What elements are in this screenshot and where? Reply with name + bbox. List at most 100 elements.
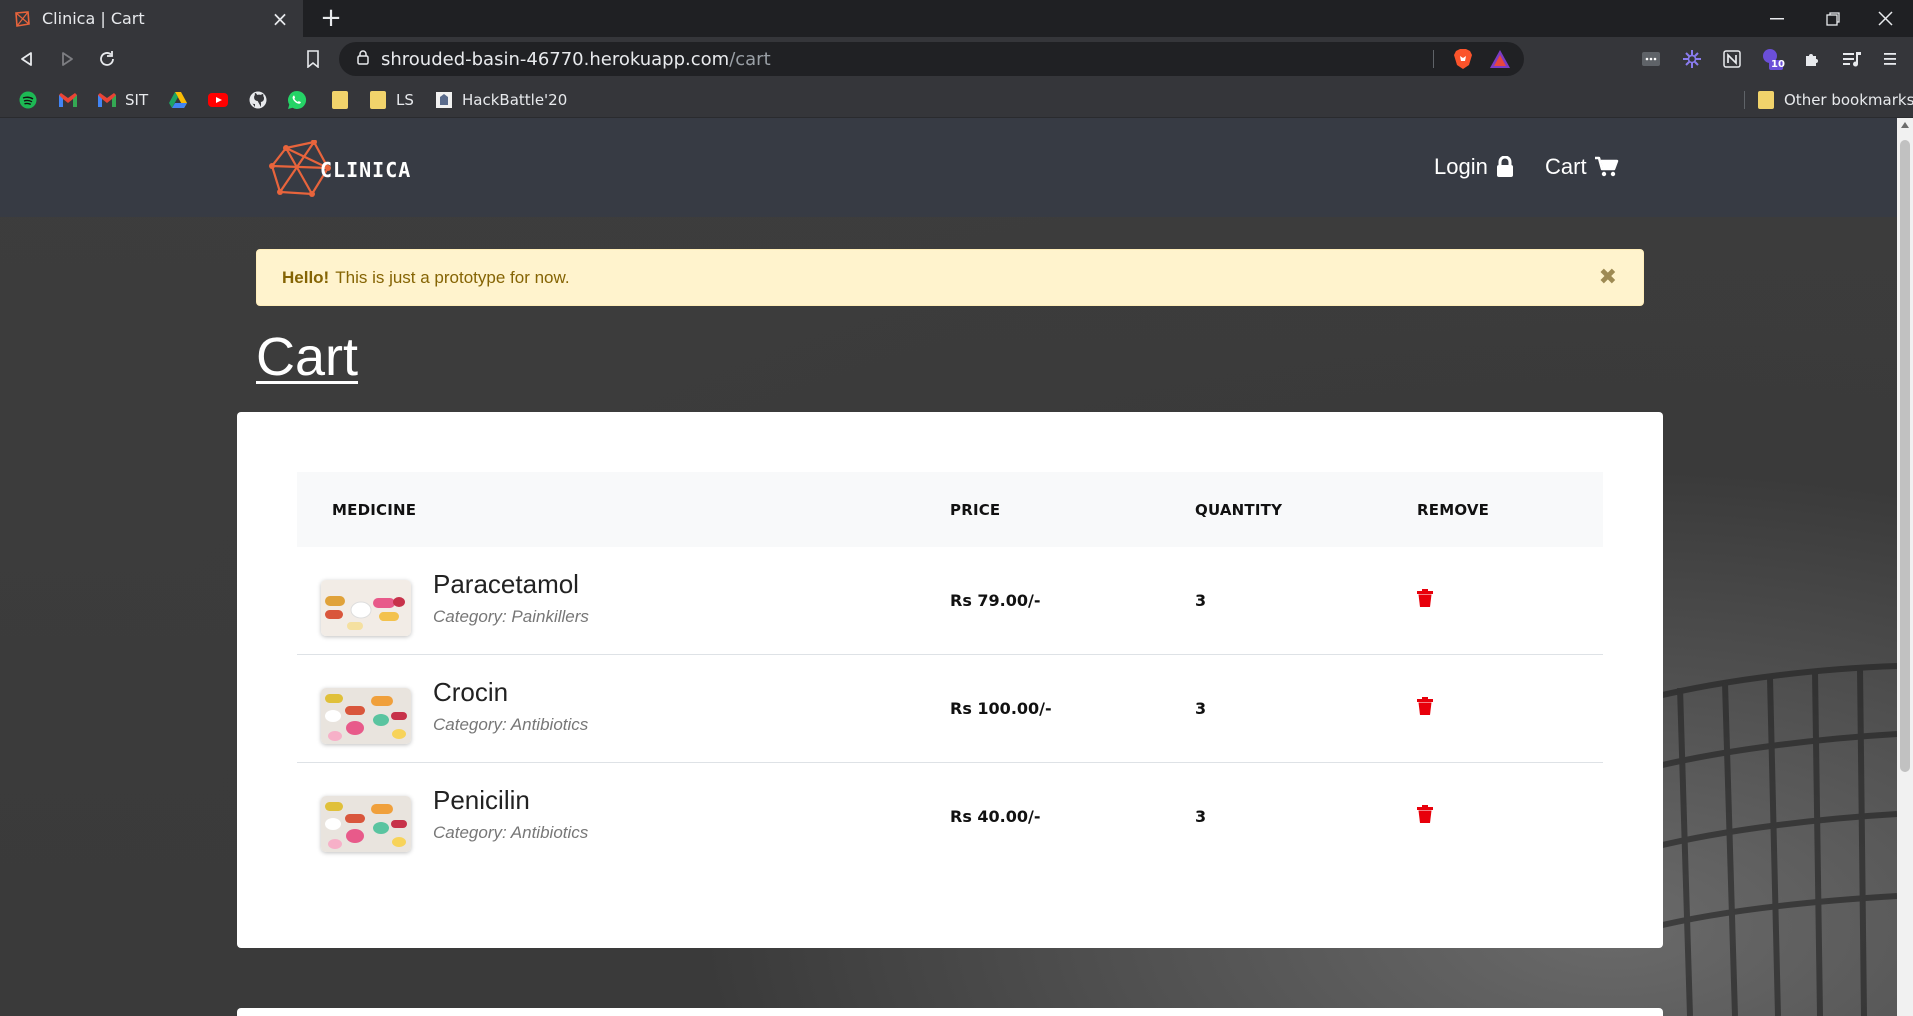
medicine-quantity: 3 (1195, 591, 1207, 610)
page-icon (434, 90, 454, 110)
medicine-quantity: 3 (1195, 807, 1207, 826)
page-scrollbar[interactable] (1897, 118, 1913, 1016)
header-price: PRICE (950, 501, 1001, 519)
shopping-cart-background-image (1650, 663, 1897, 1016)
bookmark-github[interactable] (248, 89, 276, 111)
gmail-icon (58, 90, 78, 110)
medicine-thumbnail-image (321, 688, 411, 744)
logo-text: CLINICA (320, 158, 412, 182)
bookmarks-separator (1744, 91, 1745, 109)
medicine-name[interactable]: Penicilin (433, 785, 530, 816)
whatsapp-icon (287, 90, 307, 110)
bookmark-ls[interactable]: LS (368, 89, 414, 111)
login-link[interactable]: Login (1434, 154, 1514, 180)
medicine-name[interactable]: Paracetamol (433, 569, 579, 600)
more-extensions-icon[interactable] (1638, 46, 1664, 72)
spotify-icon (18, 90, 38, 110)
next-card (237, 1008, 1663, 1016)
minimize-icon[interactable] (1749, 0, 1805, 37)
clinica-logo[interactable]: CLINICA (268, 140, 411, 200)
trash-icon[interactable] (1417, 589, 1435, 609)
cart-label: Cart (1545, 154, 1587, 179)
bookmark-folder[interactable] (330, 89, 358, 111)
browser-toolbar: shrouded-basin-46770.herokuapp.com/cart … (0, 37, 1913, 81)
bookmark-label: LS (396, 91, 414, 109)
table-row: Crocin Category: Antibiotics Rs 100.00/-… (297, 655, 1603, 763)
omnibox-separator (1433, 50, 1434, 68)
header-quantity: QUANTITY (1195, 501, 1283, 519)
browser-tab-active[interactable]: Clinica | Cart × (0, 0, 303, 37)
google-drive-icon (168, 90, 188, 110)
browser-titlebar: Clinica | Cart × + (0, 0, 1913, 37)
trash-icon[interactable] (1417, 805, 1435, 825)
medicine-thumbnail-image (321, 796, 411, 852)
reload-icon[interactable] (92, 44, 122, 74)
window-close-icon[interactable] (1857, 0, 1913, 37)
shopping-cart-icon (1594, 156, 1619, 178)
bookmark-whatsapp[interactable] (287, 89, 315, 111)
clinica-favicon-icon (12, 9, 32, 29)
lock-icon (1496, 156, 1514, 178)
alert-close-icon[interactable]: ✖ (1599, 266, 1617, 288)
scrollbar-thumb[interactable] (1900, 140, 1910, 772)
tab-title: Clinica | Cart (42, 9, 145, 28)
medicine-price: Rs 40.00/- (950, 807, 1041, 826)
medicine-category: Category: Antibiotics (433, 715, 589, 734)
brave-shields-icon[interactable] (1453, 48, 1473, 74)
bookmark-hackbattle[interactable]: HackBattle'20 (434, 89, 567, 111)
forward-icon[interactable] (52, 44, 82, 74)
sunburst-extension-icon[interactable] (1679, 46, 1705, 72)
medicine-category: Category: Antibiotics (433, 823, 589, 842)
table-row: Paracetamol Category: Painkillers Rs 79.… (297, 547, 1603, 655)
medicine-thumbnail-image (321, 580, 411, 636)
header-remove: REMOVE (1417, 501, 1490, 519)
address-bar[interactable]: shrouded-basin-46770.herokuapp.com/cart (339, 42, 1524, 76)
page-title: Cart (256, 327, 359, 387)
url-text: shrouded-basin-46770.herokuapp.com/cart (381, 48, 771, 70)
bookmark-spotify[interactable] (18, 89, 46, 111)
prototype-alert: Hello! This is just a prototype for now.… (256, 249, 1644, 306)
scroll-up-icon[interactable] (1901, 122, 1909, 128)
restore-icon[interactable] (1805, 0, 1861, 37)
gmail-icon (97, 90, 117, 110)
extension-badge-icon[interactable]: 10 (1759, 46, 1785, 72)
trash-icon[interactable] (1417, 697, 1435, 717)
cart-link[interactable]: Cart (1545, 154, 1619, 180)
medicine-quantity: 3 (1195, 699, 1207, 718)
bookmarks-bar: SIT LS HackBattle'20 Other bookmarks (0, 81, 1913, 118)
page-viewport: CLINICA Login Cart Hello! This is just a… (0, 118, 1897, 1016)
bookmark-gmail[interactable] (58, 89, 86, 111)
tab-close-icon[interactable]: × (269, 9, 291, 29)
medicine-price: Rs 79.00/- (950, 591, 1041, 610)
bookmark-label: HackBattle'20 (462, 91, 568, 109)
bookmark-drive[interactable] (168, 89, 196, 111)
medicine-name[interactable]: Crocin (433, 677, 508, 708)
bookmark-youtube[interactable] (208, 89, 236, 111)
new-tab-button[interactable]: + (316, 4, 346, 34)
login-label: Login (1434, 154, 1488, 179)
alert-strong: Hello! (282, 267, 330, 287)
folder-icon (330, 90, 350, 110)
table-header: MEDICINE PRICE QUANTITY REMOVE (297, 472, 1603, 547)
table-row: Penicilin Category: Antibiotics Rs 40.00… (297, 763, 1603, 871)
folder-icon (368, 90, 388, 110)
github-icon (248, 90, 268, 110)
extension-badge-count: 10 (1771, 59, 1785, 70)
back-icon[interactable] (12, 44, 42, 74)
cart-table-card: MEDICINE PRICE QUANTITY REMOVE Paracetam (237, 412, 1663, 948)
browser-menu-icon[interactable] (1877, 46, 1903, 72)
youtube-icon (208, 90, 228, 110)
header-medicine: MEDICINE (332, 501, 417, 519)
brave-rewards-icon[interactable] (1489, 49, 1511, 73)
other-bookmarks[interactable]: Other bookmarks (1756, 89, 1913, 111)
extensions-puzzle-icon[interactable] (1799, 46, 1825, 72)
folder-icon (1756, 90, 1776, 110)
lock-icon (357, 49, 369, 69)
media-controls-icon[interactable] (1839, 46, 1865, 72)
bookmark-page-icon[interactable] (298, 44, 328, 74)
bookmark-label: SIT (125, 91, 149, 109)
site-navbar: CLINICA Login Cart (0, 118, 1897, 217)
medicine-category: Category: Painkillers (433, 607, 589, 626)
bookmark-sit[interactable]: SIT (97, 89, 148, 111)
notion-icon[interactable] (1719, 46, 1745, 72)
